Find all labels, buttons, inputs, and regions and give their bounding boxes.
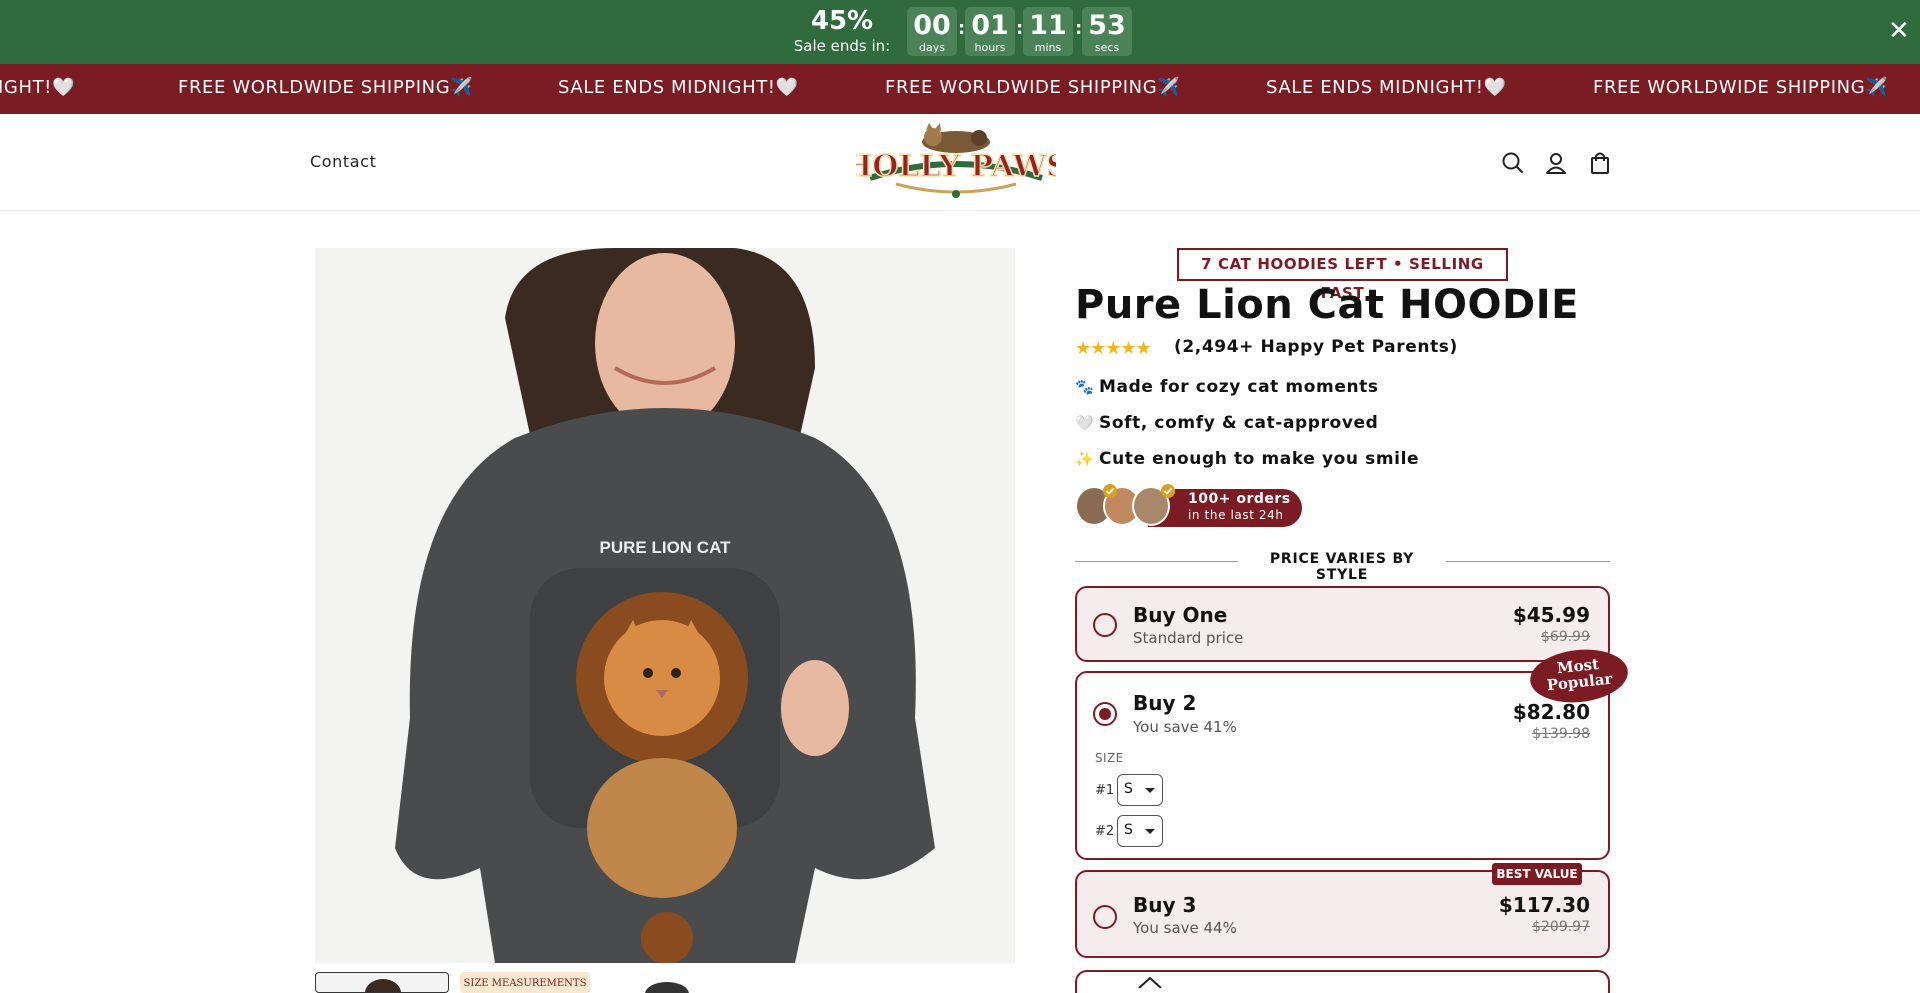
- benefit-item: 🤍 Soft, comfy & cat-approved: [1075, 413, 1378, 433]
- best-value-badge: BEST VALUE: [1492, 863, 1582, 885]
- offer-title: Buy 2: [1133, 691, 1197, 715]
- site-header: Contact HOLLY PAWS: [0, 114, 1920, 211]
- holly-paws-logo[interactable]: HOLLY PAWS: [843, 122, 1069, 206]
- countdown-value: 01: [971, 10, 1009, 41]
- star-rating: ★★★★★: [1075, 338, 1152, 359]
- countdown-hours: 01 hours: [965, 7, 1015, 56]
- review-count[interactable]: (2,494+ Happy Pet Parents): [1174, 337, 1458, 357]
- verified-check-icon: [1161, 484, 1175, 498]
- marquee-item: SALE ENDS MIDNIGHT!🤍: [558, 77, 799, 98]
- account-icon[interactable]: [1543, 150, 1569, 176]
- countdown-unit: hours: [974, 41, 1006, 54]
- customer-avatars: [1075, 484, 1301, 528]
- offer-price: $45.99: [1512, 603, 1590, 627]
- marquee-item: SALE ENDS MIDNIGHT!🤍: [1266, 77, 1507, 98]
- chevron-down-icon: [1145, 829, 1155, 834]
- offer-partial[interactable]: [1075, 970, 1610, 993]
- chevron-down-icon: [1145, 788, 1155, 793]
- search-icon[interactable]: [1500, 150, 1526, 176]
- offer-buy-one[interactable]: Buy One Standard price $45.99 $69.99: [1075, 586, 1610, 662]
- nav-contact-link[interactable]: Contact: [310, 152, 376, 171]
- countdown-unit: days: [919, 41, 945, 54]
- marquee-item: FREE WORLDWIDE SHIPPING✈️: [1593, 77, 1889, 98]
- close-icon[interactable]: ✕: [1888, 18, 1910, 44]
- offer-compare-price: $139.98: [1532, 726, 1590, 742]
- offer-radio[interactable]: [1093, 702, 1117, 726]
- size-label: SIZE: [1095, 751, 1124, 765]
- thumbnail-2[interactable]: SIZE MEASUREMENTS: [460, 972, 590, 993]
- marquee-item: FREE WORLDWIDE SHIPPING✈️: [178, 77, 474, 98]
- benefit-item: ✨ Cute enough to make you smile: [1075, 449, 1419, 469]
- marquee-item: FREE WORLDWIDE SHIPPING✈️: [885, 77, 1181, 98]
- offer-title: Buy 3: [1133, 893, 1197, 917]
- paw-icon: 🐾: [1075, 378, 1095, 396]
- countdown-days: 00 days: [907, 7, 957, 56]
- announcement-marquee: IGHT!🤍 FREE WORLDWIDE SHIPPING✈️ SALE EN…: [0, 64, 1920, 114]
- offer-title: Buy One: [1133, 603, 1228, 627]
- size-row-label: #1: [1095, 783, 1115, 798]
- offer-radio[interactable]: [1093, 613, 1117, 637]
- offer-buy-two[interactable]: Buy 2 You save 41% $82.80 $139.98 SIZE #…: [1075, 671, 1610, 860]
- price-varies-label: PRICE VARIES BY STYLE: [1269, 551, 1415, 583]
- benefit-text: Soft, comfy & cat-approved: [1099, 413, 1379, 433]
- benefit-text: Made for cozy cat moments: [1099, 377, 1379, 397]
- sale-ends-label: Sale ends in:: [793, 37, 891, 55]
- divider-line: [1446, 561, 1610, 562]
- countdown-unit: mins: [1034, 41, 1062, 54]
- offer-subtitle: You save 41%: [1133, 718, 1237, 736]
- countdown-value: 00: [913, 10, 951, 41]
- heart-icon: 🤍: [1075, 414, 1095, 432]
- divider-line: [1075, 561, 1238, 562]
- size-row-label: #2: [1095, 824, 1115, 839]
- offer-subtitle: You save 44%: [1133, 919, 1237, 937]
- logo-text: HOLLY PAWS: [856, 149, 1056, 184]
- offer-subtitle: Standard price: [1133, 629, 1244, 647]
- thumbnail-text: SIZE MEASUREMENTS: [464, 978, 587, 989]
- countdown-value: 53: [1088, 10, 1126, 41]
- offer-radio[interactable]: [1093, 905, 1117, 929]
- offer-price: $82.80: [1512, 700, 1590, 724]
- countdown-unit: secs: [1094, 41, 1120, 54]
- stock-badge: 7 CAT HOODIES LEFT • SELLING FAST: [1177, 248, 1508, 302]
- thumbnail-3[interactable]: [600, 972, 734, 993]
- benefit-text: Cute enough to make you smile: [1099, 449, 1420, 469]
- benefit-item: 🐾 Made for cozy cat moments: [1075, 377, 1379, 397]
- product-title: Pure Lion Cat HOODIE: [1075, 282, 1579, 328]
- size-select-2[interactable]: S: [1117, 815, 1163, 847]
- countdown-value: 11: [1029, 10, 1067, 41]
- countdown-bar: 45% Sale ends in: 00 days : 01 hours : 1…: [0, 0, 1920, 64]
- hoodie-print-text: PURE LION CAT: [600, 538, 732, 557]
- sparkles-icon: ✨: [1075, 450, 1095, 468]
- size-select-value: S: [1124, 781, 1133, 797]
- discount-percent: 45%: [810, 6, 874, 36]
- verified-check-icon: [1103, 484, 1117, 498]
- size-select-1[interactable]: S: [1117, 774, 1163, 806]
- radio-selected-dot: [1099, 708, 1111, 720]
- size-select-value: S: [1124, 822, 1133, 838]
- product-main-image[interactable]: PURE LION CAT: [315, 248, 1015, 963]
- gift-icon: [1138, 976, 1162, 988]
- countdown-mins: 11 mins: [1023, 7, 1073, 56]
- thumbnail-1[interactable]: [315, 972, 449, 993]
- offer-compare-price: $69.99: [1541, 629, 1590, 645]
- offer-price: $117.30: [1498, 893, 1590, 917]
- countdown-secs: 53 secs: [1082, 7, 1132, 56]
- marquee-item: IGHT!🤍: [0, 77, 76, 98]
- offer-compare-price: $209.97: [1532, 919, 1590, 935]
- cart-icon[interactable]: [1587, 150, 1613, 176]
